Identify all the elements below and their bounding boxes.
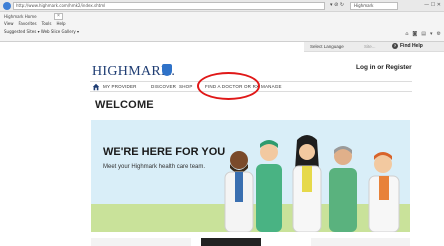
doctor-figure-4 (368, 152, 400, 232)
find-help-link[interactable]: ? Find Help (392, 43, 423, 49)
menu-item-help[interactable]: Help (56, 21, 65, 26)
address-bar[interactable]: http://www.highmark.com/hmk2/index.shtml (13, 2, 325, 10)
nav-item-discover[interactable]: DISCOVER (151, 84, 176, 89)
nav-item-my-provider[interactable]: MY PROVIDER (103, 84, 137, 89)
nav-item-manage[interactable]: MANAGE (261, 84, 282, 89)
address-row: http://www.highmark.com/hmk2/index.shtml… (0, 0, 444, 12)
menu-item-view[interactable]: View (4, 21, 14, 26)
print-icon[interactable]: ▤ (421, 31, 426, 37)
content-cards (91, 236, 410, 246)
nav-item-shop[interactable]: SHOP (179, 84, 193, 89)
nurse-figure (256, 140, 282, 232)
browser-tab[interactable]: Highmark (350, 2, 398, 10)
doctor-figure-2 (292, 135, 322, 232)
utility-bar: Select Language Site... ? Find Help (304, 42, 444, 52)
page-icon[interactable]: ▾ (430, 31, 433, 37)
help-icon: ? (392, 43, 398, 49)
menu-bar: View Favorites Tools Help (4, 21, 66, 26)
doctor-figure-3 (329, 146, 357, 232)
browser-toolbar: ⌂ ◙ ▤ ▾ ⚙ (405, 31, 441, 37)
find-help-label: Find Help (400, 43, 423, 49)
site-search[interactable]: Site... (364, 44, 376, 49)
content-card-2[interactable] (201, 238, 261, 246)
browser-chrome: http://www.highmark.com/hmk2/index.shtml… (0, 0, 444, 42)
window-controls[interactable]: — ☐ ✕ (424, 2, 441, 8)
red-highlight-circle (197, 72, 260, 100)
rss-icon[interactable]: ◙ (412, 31, 417, 37)
menu-item-favorites[interactable]: Favorites (19, 21, 37, 26)
shield-logo-icon (162, 64, 172, 76)
page-tab-title: Highmark Home (4, 14, 37, 19)
content-card-1[interactable] (91, 238, 191, 246)
doctor-figure-1 (224, 151, 254, 232)
content-card-3[interactable] (311, 238, 410, 246)
address-controls[interactable]: ▾ ⊘ ↻ (330, 2, 344, 8)
home-icon[interactable]: ⌂ (405, 31, 408, 37)
home-nav-icon[interactable] (92, 83, 100, 91)
browser-icon (3, 2, 11, 10)
close-tab-icon[interactable]: × (54, 13, 63, 20)
web-page: Select Language Site... ? Find Help HIGH… (0, 42, 444, 246)
login-register-link[interactable]: Log in or Register (356, 64, 412, 71)
tools-icon[interactable]: ⚙ (437, 31, 441, 37)
page-title: WELCOME (95, 99, 154, 111)
hero-banner[interactable]: WE'RE HERE FOR YOU Meet your Highmark he… (91, 120, 410, 232)
language-selector[interactable]: Select Language (310, 44, 344, 49)
menu-item-tools[interactable]: Tools (42, 21, 52, 26)
care-team-illustration (224, 135, 400, 232)
favorites-bar[interactable]: Suggested Sites ▾ Web Slice Gallery ▾ (4, 29, 79, 34)
